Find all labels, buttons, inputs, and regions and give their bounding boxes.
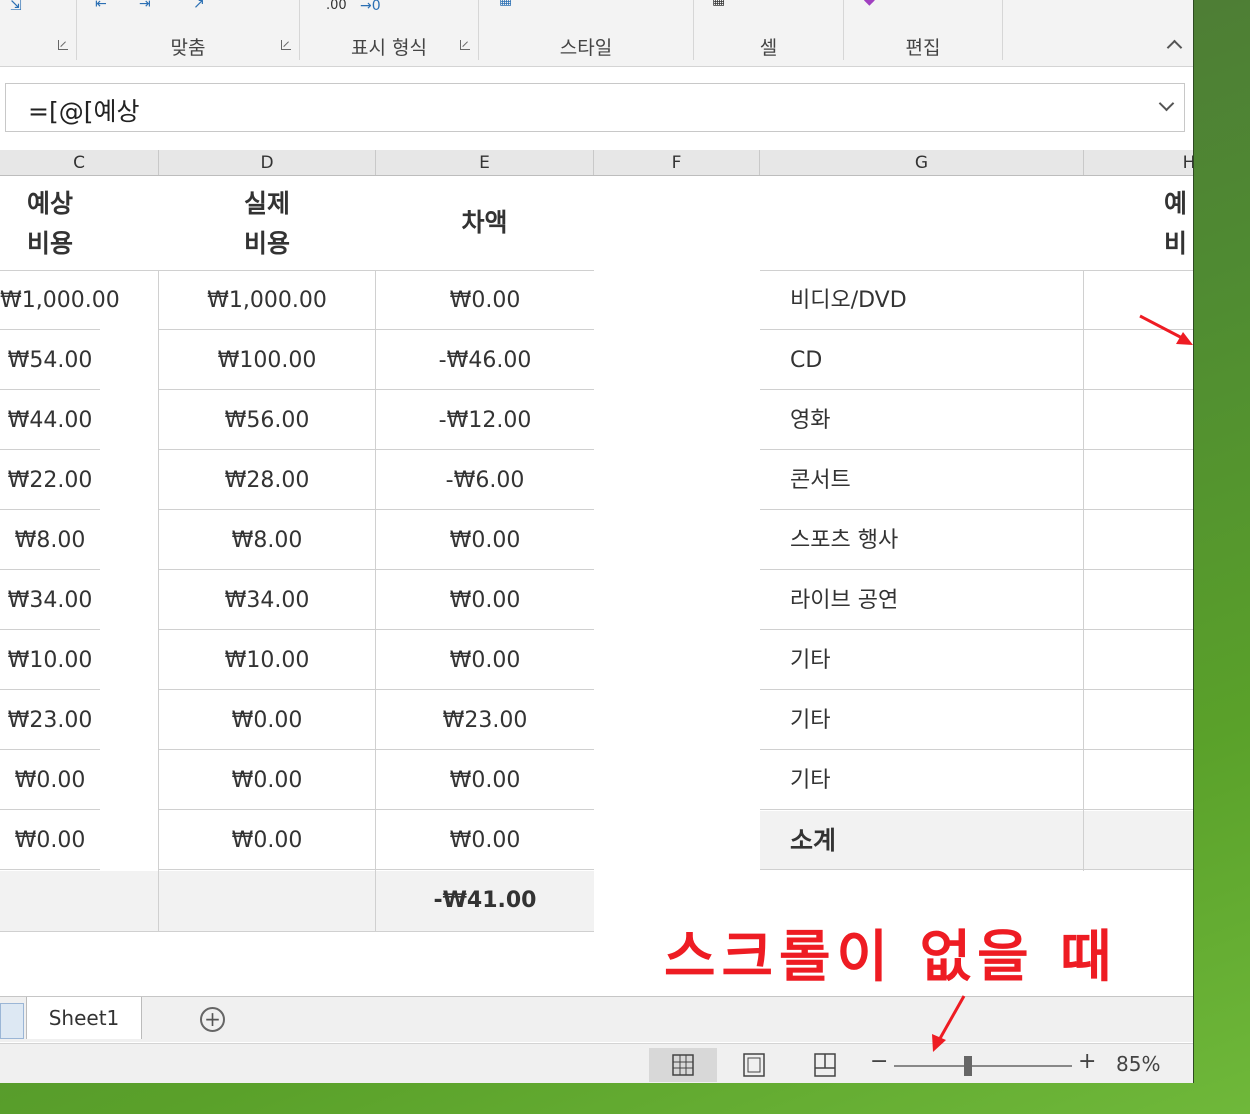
annotation-arrows [932, 314, 1193, 1052]
annotation-arrowhead [932, 1034, 946, 1052]
annotation-arrow [936, 995, 966, 1043]
annotation-arrowhead [1176, 332, 1193, 345]
annotation-arrow [1139, 314, 1187, 342]
